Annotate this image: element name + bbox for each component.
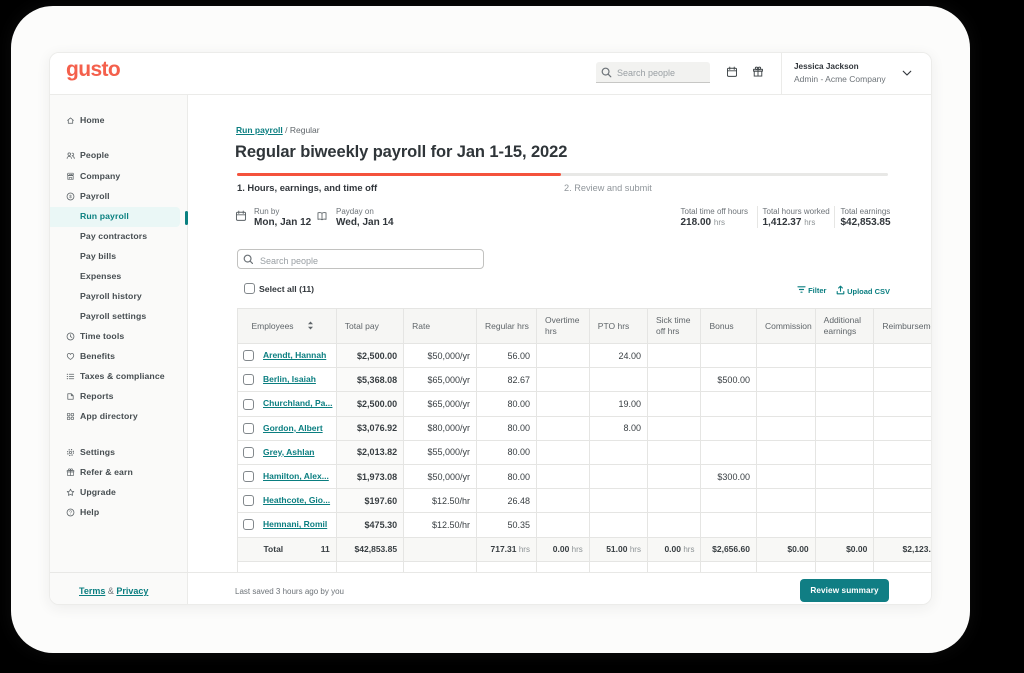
svg-text:$: $ bbox=[69, 194, 72, 200]
svg-text:?: ? bbox=[69, 510, 72, 516]
